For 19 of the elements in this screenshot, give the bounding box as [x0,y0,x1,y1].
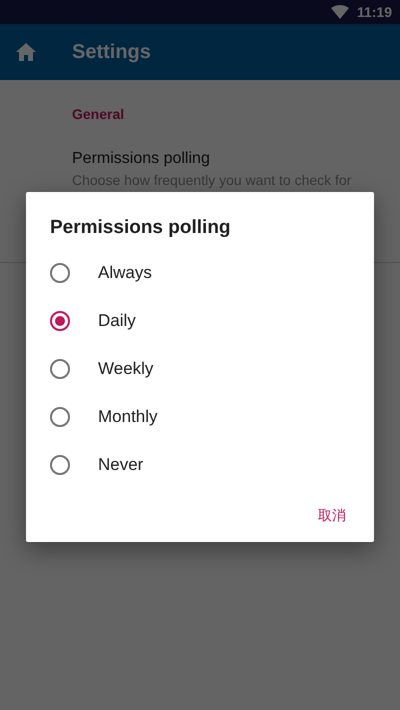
toolbar-title: Settings [72,40,151,65]
category-title: General [71,105,126,124]
radio-button[interactable] [50,262,70,282]
radio-button[interactable] [50,358,70,378]
radio-option[interactable]: Daily [26,296,374,344]
radio-option[interactable]: Monthly [26,392,374,440]
status-time: 11:19 [356,2,392,22]
preference-title: Permissions polling [72,149,211,169]
dialog-title: Permissions polling [49,216,232,240]
radio-button[interactable] [50,454,70,474]
cancel-button[interactable]: 取消 [306,496,358,534]
radio-option[interactable]: Always [26,248,374,296]
home-icon [16,42,36,61]
radio-button[interactable] [50,310,70,330]
radio-option[interactable]: Weekly [26,344,374,392]
home-button[interactable] [16,40,36,64]
radio-option[interactable]: Never [26,440,374,488]
radio-button[interactable] [50,406,70,426]
wifi-icon [330,5,349,19]
